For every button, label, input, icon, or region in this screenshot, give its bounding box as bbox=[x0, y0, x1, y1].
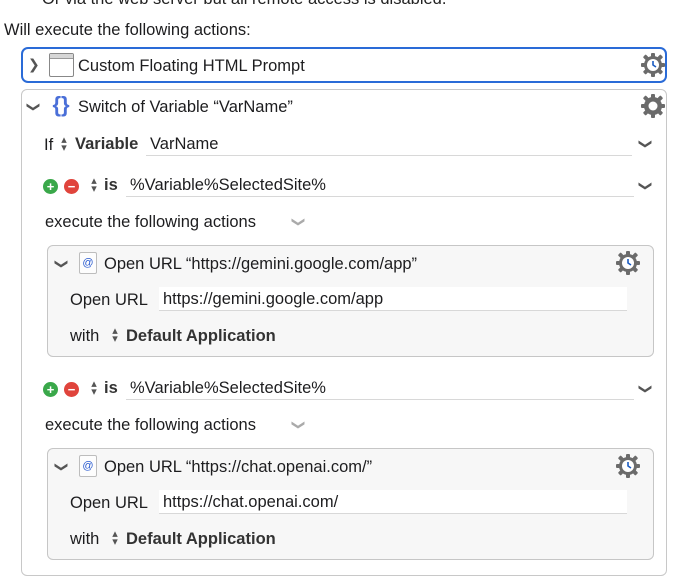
remove-case-button[interactable]: − bbox=[64, 179, 79, 194]
case-value-dropdown-chevron-icon[interactable]: ❯ bbox=[637, 181, 653, 192]
url-at-icon: @ bbox=[79, 252, 97, 274]
case-condition-label[interactable]: is bbox=[104, 378, 118, 398]
will-execute-label: Will execute the following actions: bbox=[4, 21, 251, 39]
gear-clock-icon[interactable] bbox=[615, 250, 641, 276]
execute-dropdown-chevron-icon[interactable]: ❯ bbox=[290, 420, 306, 431]
case-condition-stepper-icon[interactable]: ▴ ▾ bbox=[89, 176, 99, 195]
case-value-dropdown-chevron-icon[interactable]: ❯ bbox=[637, 384, 653, 395]
url-at-icon: @ bbox=[79, 455, 97, 477]
execute-following-label: execute the following actions bbox=[45, 416, 256, 434]
case-condition-stepper-icon[interactable]: ▴ ▾ bbox=[89, 379, 99, 398]
gear-clock-icon[interactable] bbox=[640, 52, 666, 78]
window-icon bbox=[49, 53, 74, 77]
variable-dropdown-chevron-icon[interactable]: ❯ bbox=[637, 139, 653, 150]
app-stepper-icon[interactable]: ▴ ▾ bbox=[110, 529, 120, 548]
gear-icon[interactable] bbox=[640, 93, 666, 119]
gear-clock-icon[interactable] bbox=[615, 453, 641, 479]
open-url-title: Open URL “https://chat.openai.com/” bbox=[104, 458, 373, 476]
open-url-label: Open URL bbox=[70, 291, 148, 309]
action-title: Custom Floating HTML Prompt bbox=[78, 57, 305, 75]
add-case-button[interactable]: + bbox=[43, 179, 58, 194]
add-case-button[interactable]: + bbox=[43, 382, 58, 397]
case-value-field[interactable]: %Variable%SelectedSite% bbox=[126, 173, 634, 197]
source-select[interactable]: Variable bbox=[75, 134, 138, 154]
with-label: with bbox=[70, 530, 100, 548]
with-label: with bbox=[70, 327, 100, 345]
source-stepper-icon[interactable]: ▴ ▾ bbox=[59, 135, 69, 154]
if-label: If bbox=[44, 136, 54, 154]
clipped-header-text: Or via the web server but all remote acc… bbox=[42, 0, 446, 9]
execute-following-label: execute the following actions bbox=[45, 213, 256, 231]
app-stepper-icon[interactable]: ▴ ▾ bbox=[110, 326, 120, 345]
switch-title: Switch of Variable “VarName” bbox=[78, 98, 293, 116]
url-field[interactable]: https://chat.openai.com/ bbox=[159, 490, 627, 514]
variable-name-field[interactable]: VarName bbox=[146, 132, 632, 156]
disclosure-chevron-down-icon[interactable]: ❯ bbox=[53, 462, 69, 473]
execute-dropdown-chevron-icon[interactable]: ❯ bbox=[290, 217, 306, 228]
url-field[interactable]: https://gemini.google.com/app bbox=[159, 287, 627, 311]
switch-braces-icon: {} bbox=[52, 92, 70, 117]
open-url-label: Open URL bbox=[70, 494, 148, 512]
application-select[interactable]: Default Application bbox=[126, 326, 276, 346]
remove-case-button[interactable]: − bbox=[64, 382, 79, 397]
disclosure-chevron-down-icon[interactable]: ❯ bbox=[25, 102, 41, 113]
disclosure-chevron-down-icon[interactable]: ❯ bbox=[53, 259, 69, 270]
case-value-field[interactable]: %Variable%SelectedSite% bbox=[126, 376, 634, 400]
open-url-title: Open URL “https://gemini.google.com/app” bbox=[104, 255, 418, 273]
application-select[interactable]: Default Application bbox=[126, 529, 276, 549]
case-condition-label[interactable]: is bbox=[104, 175, 118, 195]
disclosure-chevron-right-icon[interactable]: ❯ bbox=[28, 56, 40, 73]
